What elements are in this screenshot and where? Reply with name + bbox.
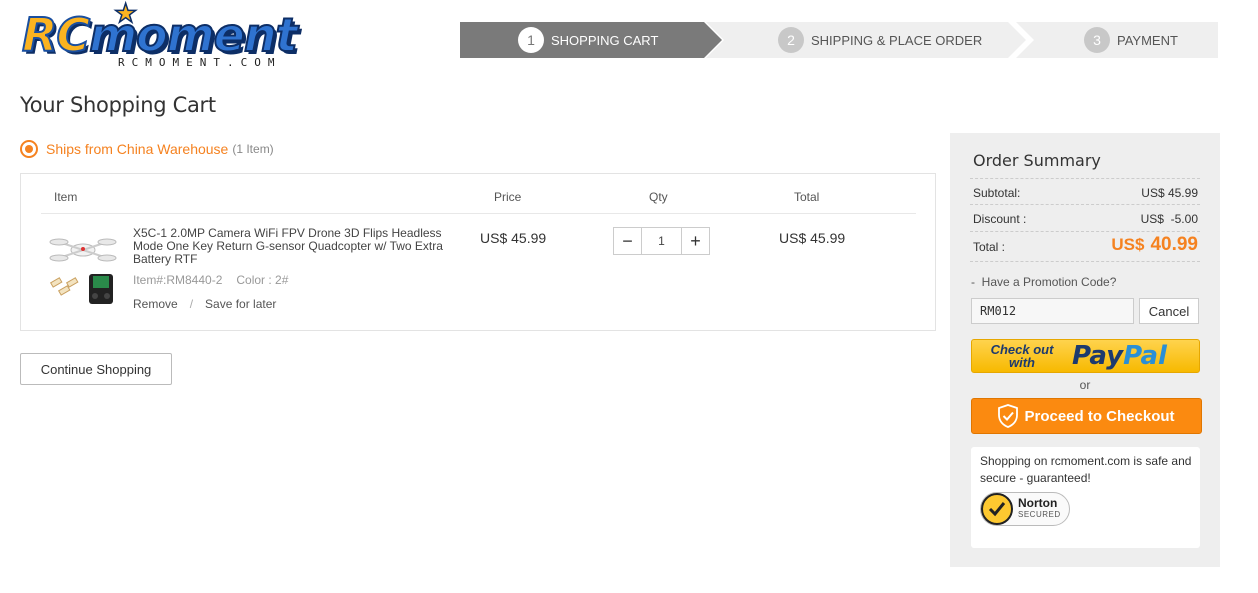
remove-link[interactable]: Remove [133, 297, 178, 311]
product-title[interactable]: X5C-1 2.0MP Camera WiFi FPV Drone 3D Fli… [133, 227, 463, 266]
logo-wordmark: RCmoment [21, 8, 299, 62]
site-logo[interactable]: ★ RCmoment RCMOMENT.COM [21, 0, 362, 72]
checkout-steps: 1 SHOPPING CART 2 SHIPPING & PLACE ORDER… [460, 22, 1218, 58]
quantity-input[interactable]: 1 [641, 228, 682, 254]
discount-value: US$ -5.00 [1140, 212, 1198, 226]
action-separator: / [189, 297, 194, 311]
step-label: SHOPPING CART [551, 32, 659, 48]
total-amount: 40.99 [1150, 234, 1198, 255]
column-header-total: Total [794, 190, 820, 204]
subtotal-row: Subtotal: US$ 45.99 [970, 178, 1200, 205]
proceed-to-checkout-button[interactable]: Proceed to Checkout [971, 398, 1202, 434]
product-item-number: Item#:RM8440-2 [133, 273, 223, 287]
order-summary-title: Order Summary [973, 151, 1101, 170]
page-title: Your Shopping Cart [20, 93, 216, 117]
paypal-checkout-text: Check out with [990, 342, 1054, 370]
paypal-logo: PayPal [1072, 341, 1167, 371]
norton-secured-label: SECURED [1018, 510, 1061, 519]
step-number: 2 [778, 27, 804, 53]
warehouse-item-count: (1 Item) [232, 142, 274, 156]
norton-secured-badge[interactable]: Norton SECURED [980, 492, 1070, 526]
cart-table-header: Item Price Qty Total [41, 174, 916, 214]
security-notice: Shopping on rcmoment.com is safe and sec… [971, 447, 1200, 548]
column-header-qty: Qty [649, 190, 668, 204]
step-label: SHIPPING & PLACE ORDER [811, 32, 983, 48]
paypal-checkout-button[interactable]: Check out with PayPal [971, 339, 1200, 373]
promo-code-input[interactable]: RM012 [971, 298, 1134, 324]
continue-shopping-button[interactable]: Continue Shopping [20, 353, 172, 385]
step-shopping-cart: 1 SHOPPING CART [460, 22, 722, 58]
norton-name: Norton [1018, 496, 1058, 510]
subtotal-label: Subtotal: [973, 186, 1021, 200]
product-actions: Remove / Save for later [133, 297, 276, 311]
quantity-stepper: − 1 + [613, 227, 710, 255]
quantity-increase-button[interactable]: + [682, 228, 709, 254]
product-price: US$ 45.99 [480, 230, 547, 246]
step-number: 1 [518, 27, 544, 53]
discount-row: Discount : US$ -5.00 [970, 205, 1200, 232]
product-meta: Item#:RM8440-2 Color : 2# [133, 273, 288, 287]
promo-cancel-button[interactable]: Cancel [1139, 298, 1199, 324]
discount-label: Discount : [973, 212, 1027, 226]
product-total: US$ 45.99 [779, 230, 846, 246]
total-currency: US$ [1111, 235, 1145, 254]
product-color: Color : 2# [236, 273, 289, 287]
column-header-price: Price [494, 190, 522, 204]
shield-check-icon [998, 404, 1019, 428]
step-shipping-place-order: 2 SHIPPING & PLACE ORDER [706, 22, 1026, 58]
column-header-item: Item [54, 190, 78, 204]
total-value: US$ 40.99 [1111, 234, 1198, 256]
order-summary: Order Summary Subtotal: US$ 45.99 Discou… [950, 133, 1220, 567]
quantity-decrease-button[interactable]: − [614, 228, 641, 254]
logo-domain: RCMOMENT.COM [118, 56, 282, 69]
warehouse-selector[interactable]: Ships from China Warehouse (1 Item) [20, 140, 274, 158]
product-image[interactable] [47, 230, 117, 310]
save-for-later-link[interactable]: Save for later [205, 297, 276, 311]
step-number: 3 [1084, 27, 1110, 53]
checkout-label: Proceed to Checkout [1024, 407, 1175, 425]
or-divider: or [1079, 378, 1091, 392]
step-label: PAYMENT [1117, 32, 1178, 48]
security-text: Shopping on rcmoment.com is safe and sec… [980, 454, 1192, 485]
total-label: Total : [973, 240, 1006, 254]
norton-check-icon [981, 493, 1013, 525]
promo-code-toggle[interactable]: - Have a Promotion Code? [971, 275, 1116, 289]
subtotal-value: US$ 45.99 [1141, 186, 1198, 200]
step-payment: 3 PAYMENT [1016, 22, 1218, 58]
warehouse-name: Ships from China Warehouse [46, 141, 229, 157]
cart-table: Item Price Qty Total X5C-1 2.0MP Camera … [20, 173, 936, 331]
total-row: Total : US$ 40.99 [970, 232, 1200, 262]
warehouse-radio[interactable] [20, 140, 38, 158]
